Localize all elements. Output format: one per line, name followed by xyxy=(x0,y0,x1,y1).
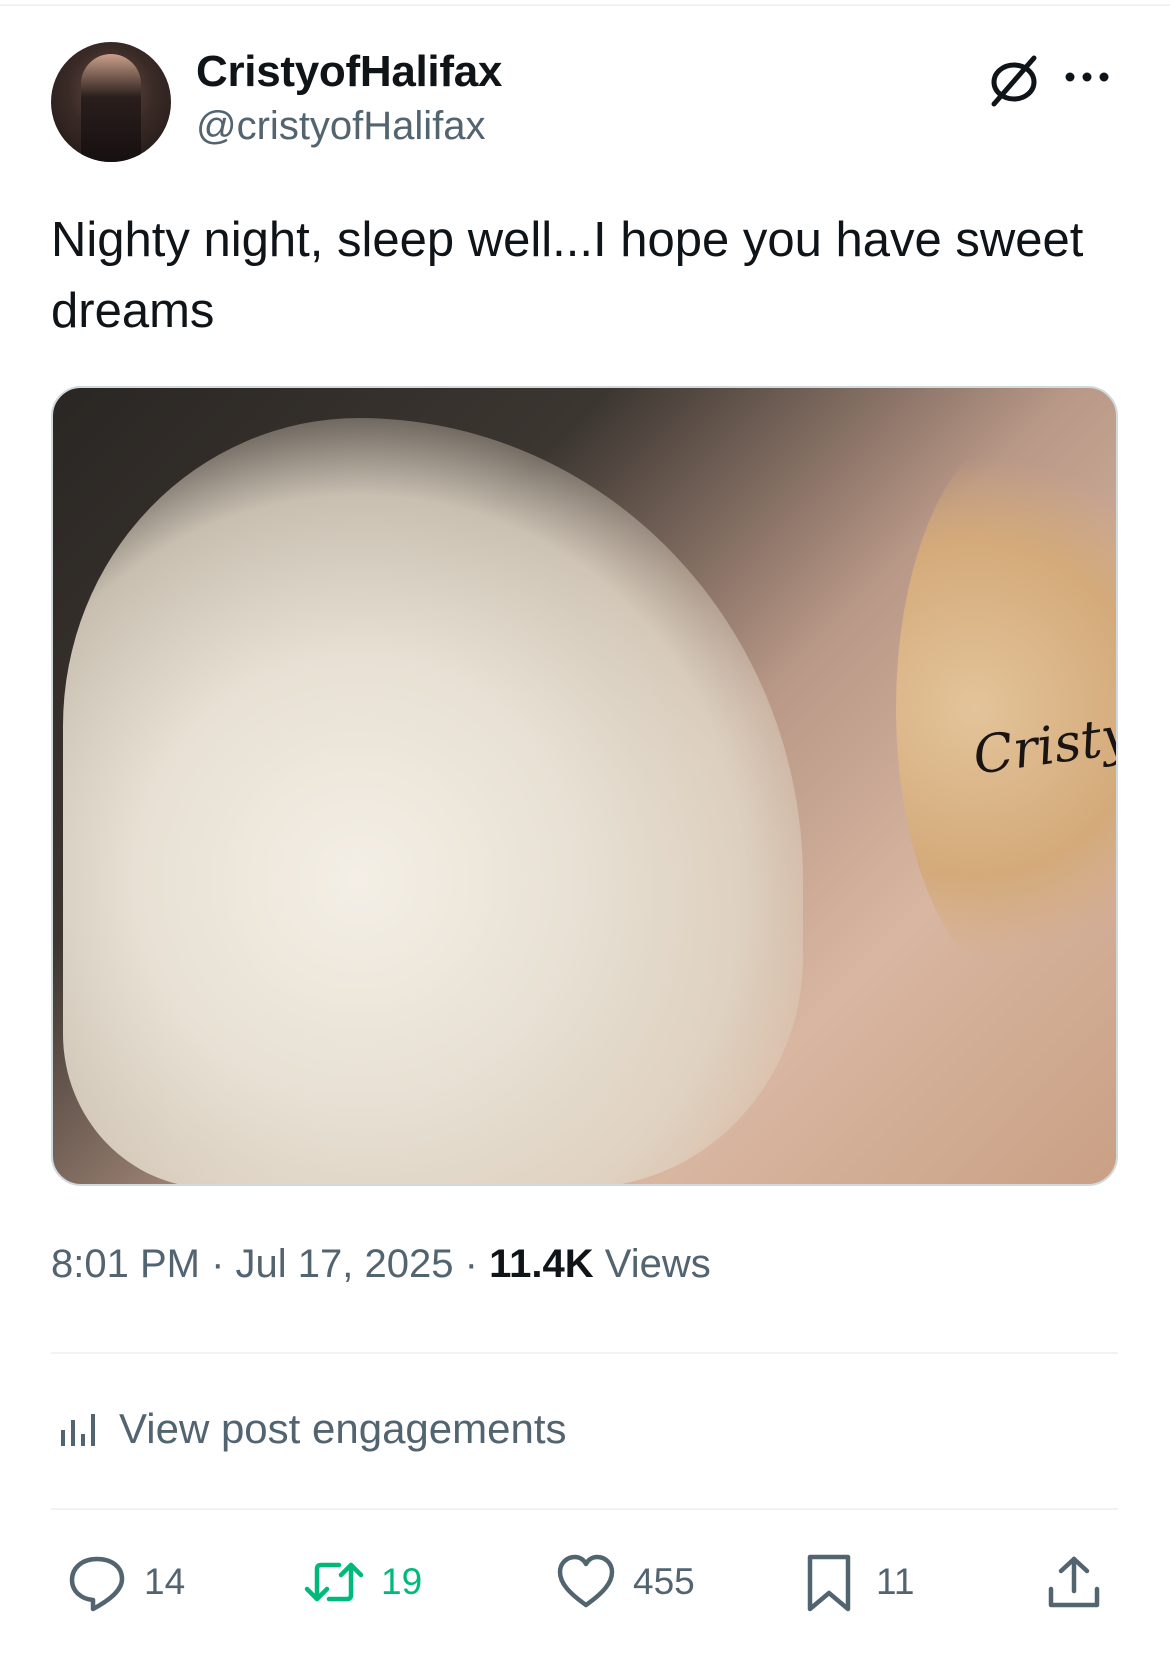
view-engagements-label: View post engagements xyxy=(119,1405,567,1452)
meta-separator: · xyxy=(464,1242,478,1286)
like-icon xyxy=(557,1554,615,1608)
reply-button[interactable]: 14 xyxy=(66,1552,185,1612)
like-count: 455 xyxy=(633,1561,695,1602)
post-media[interactable]: Cristy xyxy=(51,386,1118,1186)
view-engagements-link[interactable]: View post engagements xyxy=(57,1399,567,1459)
top-divider xyxy=(0,4,1170,6)
bookmark-count: 11 xyxy=(876,1561,915,1602)
share-button[interactable] xyxy=(1043,1552,1105,1612)
display-name[interactable]: CristyofHalifax xyxy=(196,44,502,100)
chart-icon xyxy=(61,1414,95,1446)
like-button[interactable]: 455 xyxy=(555,1552,695,1612)
avatar-image xyxy=(81,54,141,162)
views-count: 11.4K xyxy=(489,1242,594,1286)
share-icon xyxy=(1048,1556,1100,1608)
reply-icon xyxy=(69,1556,125,1612)
media-hair-area xyxy=(896,428,1116,988)
post-header: CristyofHalifax @cristyofHalifax xyxy=(51,42,1121,167)
repost-icon xyxy=(304,1562,364,1602)
post-date[interactable]: Jul 17, 2025 xyxy=(236,1242,454,1286)
post-text: Nighty night, sleep well...I hope you ha… xyxy=(51,213,1084,338)
repost-count: 19 xyxy=(381,1561,423,1602)
user-handle[interactable]: @cristyofHalifax xyxy=(196,100,502,152)
divider xyxy=(51,1352,1118,1354)
media-lace-area xyxy=(63,418,803,1184)
bookmark-button[interactable]: 11 xyxy=(798,1552,914,1612)
more-icon[interactable] xyxy=(1062,62,1112,92)
post-meta: 8:01 PM · Jul 17, 2025 · 11.4K Views xyxy=(51,1238,711,1290)
author-names: CristyofHalifax @cristyofHalifax xyxy=(196,44,502,152)
reply-count: 14 xyxy=(144,1561,186,1602)
repost-button[interactable]: 19 xyxy=(303,1552,422,1612)
post-time[interactable]: 8:01 PM xyxy=(51,1242,200,1286)
meta-separator: · xyxy=(211,1242,225,1286)
divider xyxy=(51,1508,1118,1510)
views-label: Views xyxy=(604,1242,711,1286)
grok-icon[interactable] xyxy=(984,50,1044,110)
bookmark-icon xyxy=(807,1554,851,1612)
avatar[interactable] xyxy=(51,42,171,162)
